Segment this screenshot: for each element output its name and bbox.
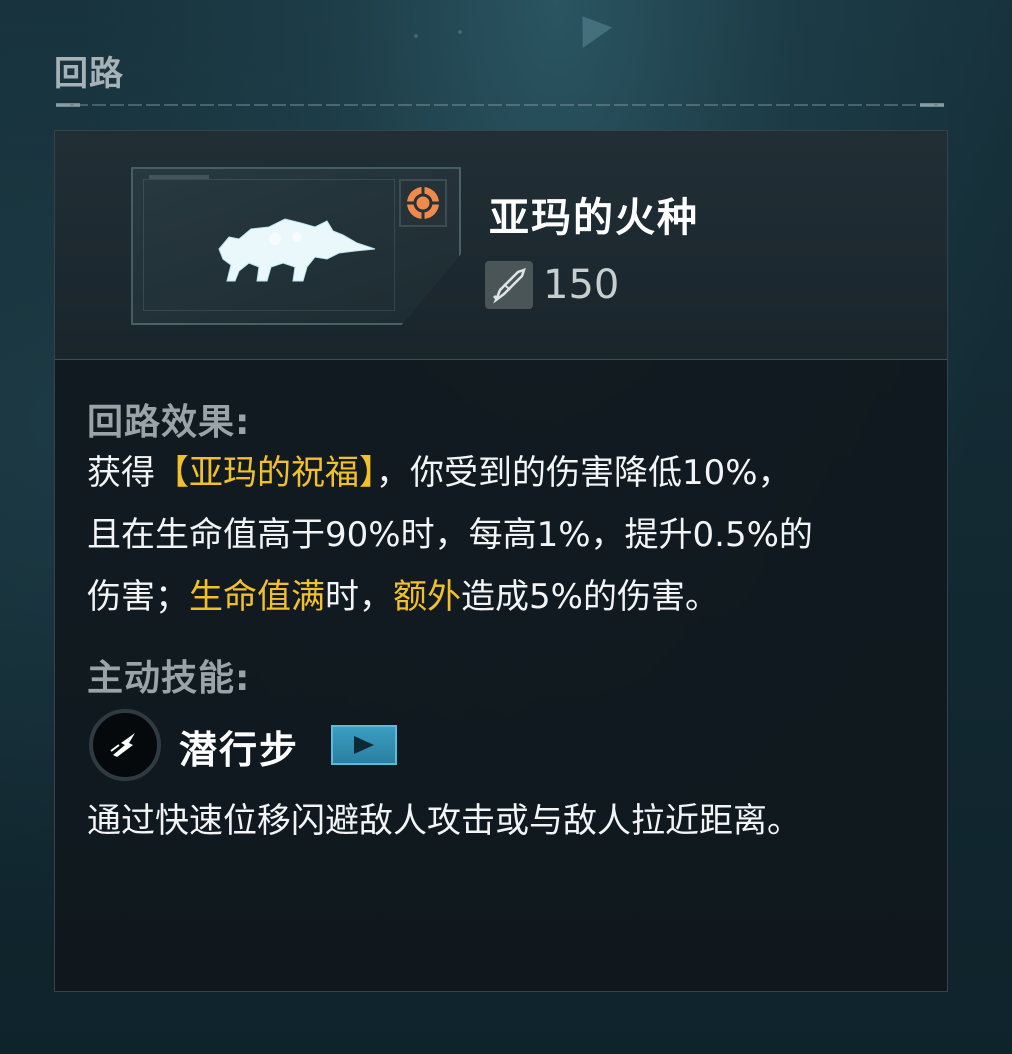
active-skill-label: 主动技能: [87,658,251,699]
orange-crosshair-icon [407,187,439,219]
effect-text: ，你受到的伤害降低10%， [376,453,792,493]
cost-blade-icon [492,268,526,304]
highlight-extra: 额外 [393,577,461,617]
section-divider [56,103,944,107]
effect-line-3: 伤害；生命值满时，额外造成5%的伤害。 [87,569,719,625]
section-title: 回路 [54,54,124,94]
background-star [458,30,462,34]
card-header: 亚玛的火种 150 [55,131,947,360]
background-star [414,34,418,38]
beast-icon [218,218,376,282]
effect-text: 时， [325,577,393,617]
blessing-link[interactable]: 【亚玛的祝福】 [155,453,376,493]
play-icon [354,736,374,754]
element-badge [399,179,447,227]
effect-text: 造成5%的伤害。 [461,577,719,617]
skill-icon [89,709,161,781]
effect-label: 回路效果: [87,402,251,443]
effect-line-2: 且在生命值高于90%时，每高1%，提升0.5%的 [87,515,813,555]
dash-icon [110,733,135,757]
skill-name: 潜行步 [179,728,300,772]
effect-text: 伤害； [87,577,189,617]
skill-description: 通过快速位移闪避敌人攻击或与敌人拉近距离。 [87,801,801,841]
cost-value: 150 [543,262,620,308]
cost-icon [485,261,533,309]
effect-text: 获得 [87,453,155,493]
background-shard [567,6,613,48]
circuit-card: 亚玛的火种 150 回路效果: 获得【亚玛的祝福】，你受到的伤害降低10%， 且… [54,130,948,992]
highlight-full-hp: 生命值满 [189,577,325,617]
skill-preview-button[interactable] [331,725,397,765]
portrait-tag [149,175,209,179]
effect-line-1: 获得【亚玛的祝福】，你受到的伤害降低10%， [87,445,792,501]
item-name: 亚玛的火种 [489,195,699,241]
